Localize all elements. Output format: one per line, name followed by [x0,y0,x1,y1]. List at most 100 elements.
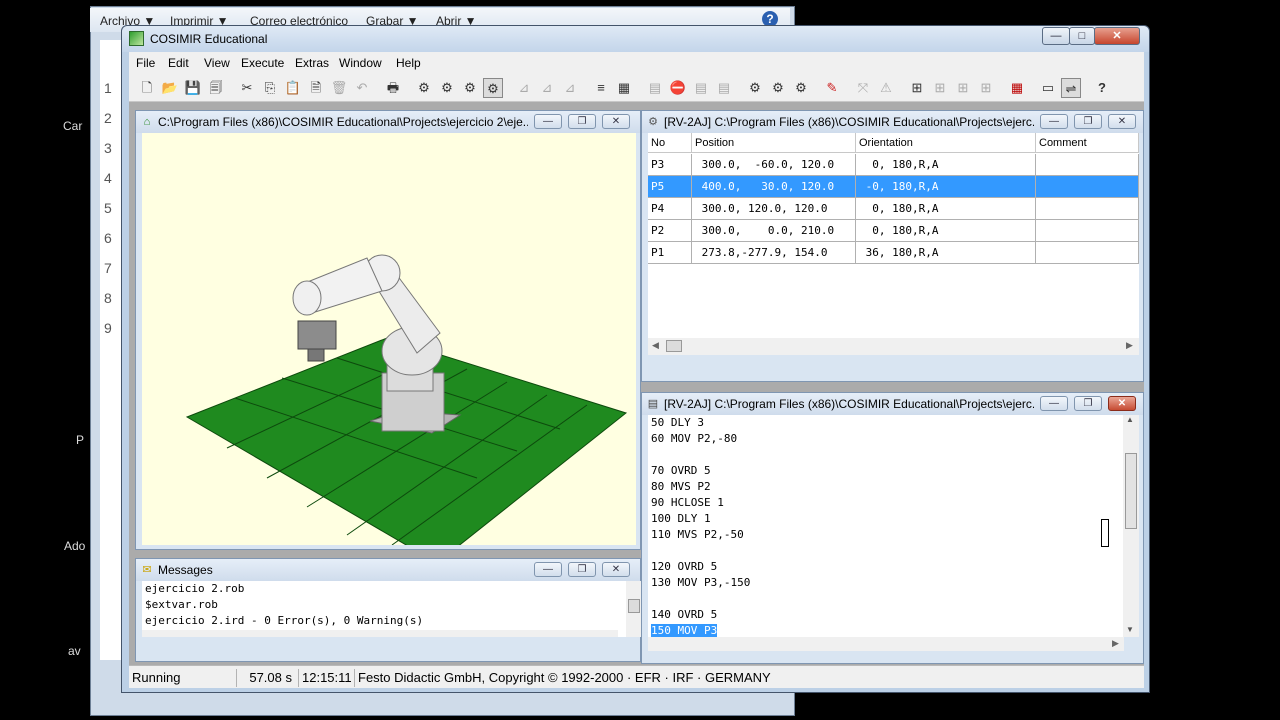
messages-restore-button[interactable]: ❐ [568,562,596,577]
program-step-icon[interactable]: ▤ [645,78,665,98]
messages-minimize-button[interactable]: — [534,562,562,577]
stop-icon[interactable]: ⛔ [668,78,688,98]
positions-titlebar[interactable]: ⚙ [RV-2AJ] C:\Program Files (x86)\COSIMI… [642,111,1143,133]
scroll-left-icon[interactable]: ◀ [652,340,659,351]
code-line: 140 OVRD 5 [651,608,718,621]
close-button[interactable]: ✕ [1094,27,1140,45]
menu-help[interactable]: Help [396,56,421,70]
resize-cursor-icon [1101,519,1109,547]
teach-point-icon[interactable]: ✎ [822,78,842,98]
window-icon[interactable]: ▭ [1038,78,1058,98]
column-header-no[interactable]: No [648,133,692,153]
robot-home-icon[interactable]: ⚙ [745,78,765,98]
view3d-minimize-button[interactable]: — [534,114,562,129]
view3d-close-button[interactable]: ✕ [602,114,630,129]
program-hscrollbar[interactable]: ▶ [648,637,1124,651]
scroll-right-icon[interactable]: ▶ [1126,340,1133,351]
grid-icon[interactable]: ▦ [1007,78,1027,98]
calculator-icon[interactable]: ▦ [614,78,634,98]
program-titlebar[interactable]: ▤ [RV-2AJ] C:\Program Files (x86)\COSIMI… [642,393,1143,415]
axis-icon[interactable]: ⊿ [514,78,534,98]
robot-move-icon[interactable]: ⚙ [414,78,434,98]
view3d-title: C:\Program Files (x86)\COSIMIR Education… [158,115,528,129]
menu-execute[interactable]: Execute [241,56,284,70]
io-in-icon[interactable]: ⊞ [930,78,950,98]
scroll-thumb[interactable] [628,599,640,613]
status-elapsed: 57.08 s [237,669,299,687]
view3d-restore-button[interactable]: ❐ [568,114,596,129]
robot-world-icon[interactable]: ⚙ [483,78,503,98]
column-header-position[interactable]: Position [692,133,856,153]
menu-file[interactable]: File [136,56,155,70]
io-var-icon[interactable]: ⊞ [976,78,996,98]
print-icon[interactable]: 🖶 [383,78,403,98]
robot-teach-icon[interactable]: ⚙ [791,78,811,98]
undo-icon[interactable]: ↶ [352,78,372,98]
table-row[interactable]: P3 300.0, -60.0, 120.0 0, 180,R,A [648,154,1139,176]
view3d-titlebar[interactable]: ⌂ C:\Program Files (x86)\COSIMIR Educati… [136,111,640,133]
messages-hscrollbar[interactable] [142,630,618,637]
connect-icon[interactable]: ⇌ [1061,78,1081,98]
axis-tool-icon[interactable]: ⊿ [560,78,580,98]
program-restore-button[interactable]: ❐ [1074,396,1102,411]
table-row[interactable]: P1 273.8,-277.9, 154.0 36, 180,R,A [648,242,1139,264]
program-minimize-button[interactable]: — [1040,396,1068,411]
code-line: 100 DLY 1 [651,512,711,525]
scroll-up-icon[interactable]: ▲ [1126,415,1134,424]
view3d-canvas[interactable] [142,133,636,545]
scroll-right-icon[interactable]: ▶ [1112,638,1119,649]
title-bar[interactable]: COSIMIR Educational — □ ✕ [122,26,1149,52]
cell-orientation: 0, 180,R,A [856,198,1036,220]
column-header-orientation[interactable]: Orientation [856,133,1036,153]
measure-icon[interactable]: ⤧ [853,78,873,98]
io-out-icon[interactable]: ⊞ [953,78,973,98]
save-all-icon[interactable]: 🗐 [206,78,226,98]
program-table-icon[interactable]: ▤ [714,78,734,98]
program-editor[interactable]: 50 DLY 3 60 MOV P2,-80 70 OVRD 5 80 MVS … [648,415,1139,637]
table-row[interactable]: P2 300.0, 0.0, 210.0 0, 180,R,A [648,220,1139,242]
robot-settings-icon[interactable]: ⚙ [768,78,788,98]
io-icon[interactable]: ⊞ [907,78,927,98]
paste-icon[interactable]: 📋 [283,78,303,98]
robot-joint-icon[interactable]: ⚙ [437,78,457,98]
menu-view[interactable]: View [204,56,230,70]
messages-list[interactable]: ejercicio 2.rob $extvar.rob ejercicio 2.… [142,581,626,637]
positions-restore-button[interactable]: ❐ [1074,114,1102,129]
messages-vscrollbar[interactable] [626,581,642,637]
copy-icon[interactable]: ⎘ [260,78,280,98]
new-file-icon[interactable]: 🗋 [137,78,157,98]
positions-close-button[interactable]: ✕ [1108,114,1136,129]
scroll-thumb[interactable] [1125,453,1137,529]
robot-tool-icon[interactable]: ⚙ [460,78,480,98]
code-line: 110 MVS P2,-50 [651,528,744,541]
table-row-selected[interactable]: P5 400.0, 30.0, 120.0 -0, 180,R,A [648,176,1139,198]
layers-icon[interactable]: ≡ [591,78,611,98]
menu-extras[interactable]: Extras [295,56,329,70]
save-icon[interactable]: 💾 [183,78,203,98]
paste-special-icon[interactable]: 🗎 [306,78,326,98]
program-vscrollbar[interactable]: ▲ ▼ [1123,415,1139,637]
context-help-icon[interactable]: ? [1092,78,1112,98]
messages-titlebar[interactable]: ✉ Messages — ❐ ✕ [136,559,640,581]
table-row[interactable]: P4 300.0, 120.0, 120.0 0, 180,R,A [648,198,1139,220]
open-folder-icon[interactable]: 📂 [160,78,180,98]
axis-rotate-icon[interactable]: ⊿ [537,78,557,98]
minimize-button[interactable]: — [1042,27,1070,45]
column-header-comment[interactable]: Comment [1036,133,1139,153]
positions-hscrollbar[interactable]: ◀ ▶ [648,338,1139,355]
warning-icon[interactable]: ⚠ [876,78,896,98]
menu-edit[interactable]: Edit [168,56,189,70]
program-list-icon[interactable]: ▤ [691,78,711,98]
cell-position: 273.8,-277.9, 154.0 [692,242,856,264]
cut-icon[interactable]: ✂ [237,78,257,98]
program-close-button[interactable]: ✕ [1108,396,1136,411]
scroll-thumb[interactable] [666,340,682,352]
messages-close-button[interactable]: ✕ [602,562,630,577]
side-label: Car [63,119,83,133]
scroll-down-icon[interactable]: ▼ [1126,625,1134,634]
menu-window[interactable]: Window [339,56,382,70]
positions-minimize-button[interactable]: — [1040,114,1068,129]
toolbar: 🗋 📂 💾 🗐 ✂ ⎘ 📋 🗎 🗑 ↶ 🖶 ⚙ ⚙ ⚙ ⚙ ⊿ ⊿ ⊿ ≡ ▦ … [129,74,1144,102]
maximize-button[interactable]: □ [1069,27,1095,45]
delete-icon[interactable]: 🗑 [329,78,349,98]
